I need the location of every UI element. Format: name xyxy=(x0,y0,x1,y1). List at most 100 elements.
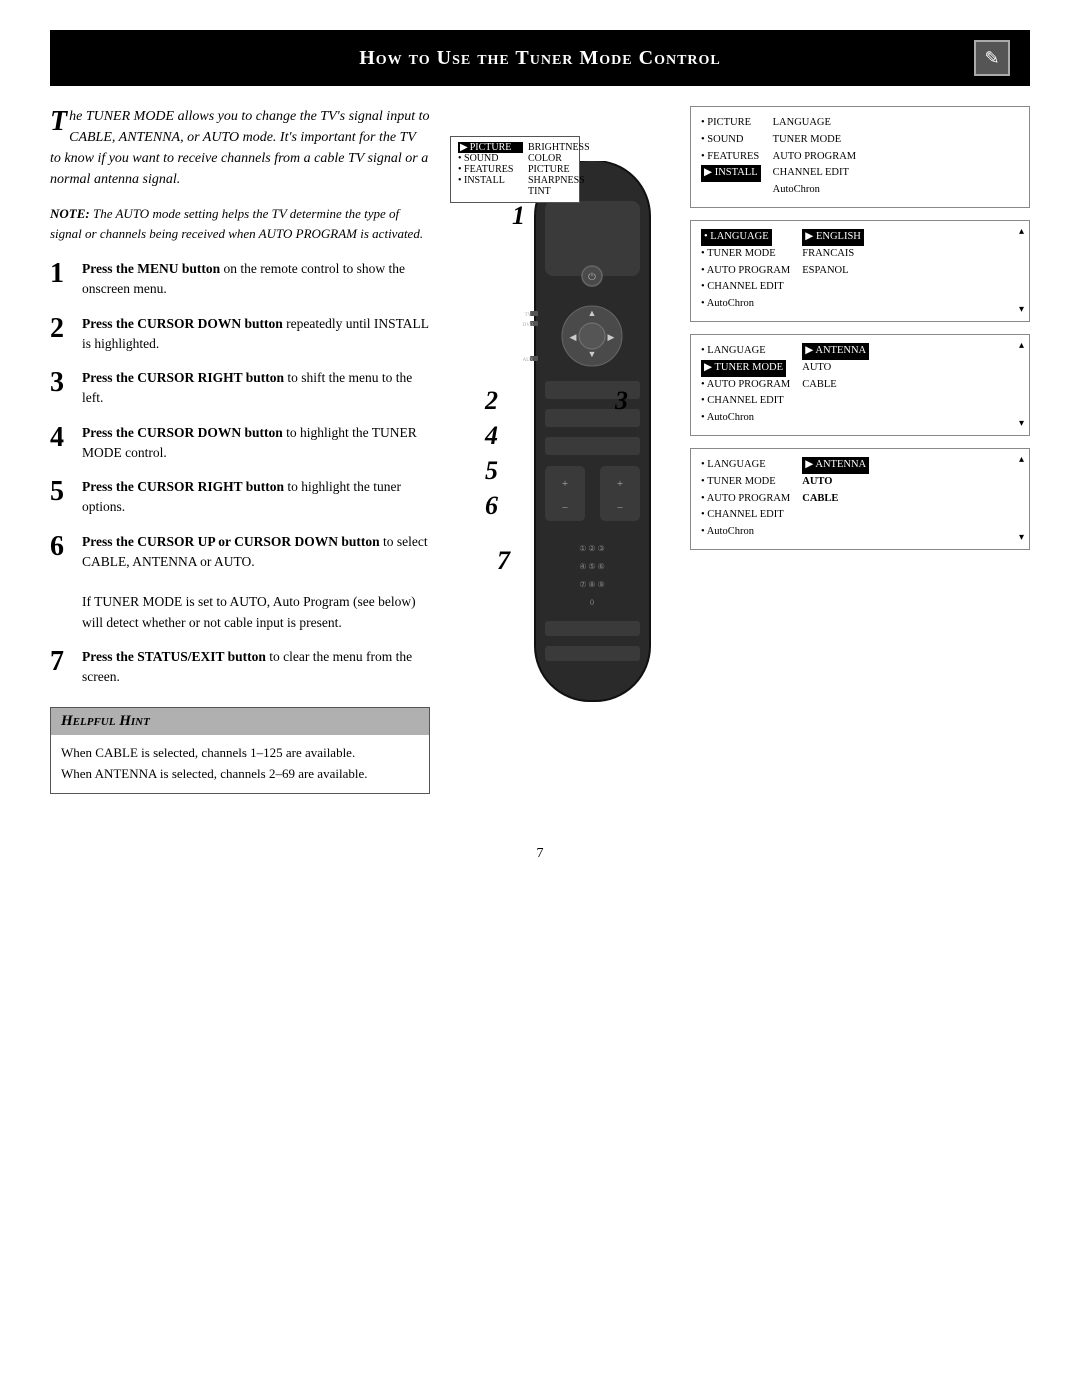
step-2-number: 2 xyxy=(50,314,72,345)
menu-screen-2-left: • PICTURE • SOUND • FEATURES ▶ INSTALL xyxy=(701,115,761,199)
step-num-6a-overlay: 6 xyxy=(485,491,498,521)
ms4-antenna-hl: ▶ ANTENNA xyxy=(802,343,869,360)
page-title: How to Use the Tuner Mode Control xyxy=(106,47,974,70)
step-5-number: 5 xyxy=(50,477,72,508)
ms4-autochron: • AutoChron xyxy=(701,410,790,427)
step-3: 3 Press the CURSOR RIGHT button to shift… xyxy=(50,368,430,409)
ms2-picture: • PICTURE xyxy=(701,115,761,132)
step-3-content: Press the CURSOR RIGHT button to shift t… xyxy=(82,368,430,409)
svg-text:0: 0 xyxy=(590,598,594,607)
step-2-content: Press the CURSOR DOWN button repeatedly … xyxy=(82,314,430,355)
step-num-2-overlay: 2 xyxy=(485,386,498,416)
menu-screen-3: • LANGUAGE • TUNER MODE • AUTO PROGRAM •… xyxy=(690,220,1030,322)
drop-cap: T xyxy=(50,108,67,136)
svg-text:⑦ ⑧ ⑨: ⑦ ⑧ ⑨ xyxy=(579,580,605,589)
ms5-arrow-down: ▾ xyxy=(1019,530,1024,546)
helpful-hint-title: Helpful Hint xyxy=(51,708,429,735)
menu-picture: PICTURE xyxy=(528,164,590,175)
ms2-tunermode: TUNER MODE xyxy=(773,132,857,149)
ms5-auto-bold: AUTO xyxy=(802,474,869,491)
svg-text:+: + xyxy=(617,478,623,490)
ms3-arrow-down: ▾ xyxy=(1019,302,1024,318)
ms2-autoprog: AUTO PROGRAM xyxy=(773,149,857,166)
step-6-number: 6 xyxy=(50,532,72,563)
hint-item-2: When ANTENNA is selected, channels 2–69 … xyxy=(61,764,419,785)
page-number: 7 xyxy=(50,846,1030,862)
menu-screen-3-left: • LANGUAGE • TUNER MODE • AUTO PROGRAM •… xyxy=(701,229,790,313)
menu-screen-2-right: LANGUAGE TUNER MODE AUTO PROGRAM CHANNEL… xyxy=(773,115,857,199)
menu-screen-4-right: ▶ ANTENNA AUTO CABLE xyxy=(802,343,869,427)
step-1-content: Press the MENU button on the remote cont… xyxy=(82,259,430,300)
menu-screen-4-left: • LANGUAGE ▶ TUNER MODE • AUTO PROGRAM •… xyxy=(701,343,790,427)
ms5-autoprog: • AUTO PROGRAM xyxy=(701,491,790,508)
header-icon: ✎ xyxy=(974,40,1010,76)
ms3-english-hl: ▶ ENGLISH xyxy=(802,229,864,246)
ms4-cable: CABLE xyxy=(802,377,869,394)
steps-list: 1 Press the MENU button on the remote co… xyxy=(50,259,430,687)
page-header: How to Use the Tuner Mode Control ✎ xyxy=(50,30,1030,86)
ms4-arrow-down: ▾ xyxy=(1019,416,1024,432)
menu-tint: TINT xyxy=(528,186,590,197)
menu-screen-4-content: • LANGUAGE ▶ TUNER MODE • AUTO PROGRAM •… xyxy=(701,343,1019,427)
step-num-4-overlay: 4 xyxy=(485,421,498,451)
svg-text:▼: ▼ xyxy=(588,349,597,359)
ms5-tunermode: • TUNER MODE xyxy=(701,474,790,491)
menu-screen-4: • LANGUAGE ▶ TUNER MODE • AUTO PROGRAM •… xyxy=(690,334,1030,436)
menu-screen-2: • PICTURE • SOUND • FEATURES ▶ INSTALL L… xyxy=(690,106,1030,208)
remote-control: ⏻ ▲ ▼ ◀ ▶ xyxy=(520,161,665,746)
step-1-bold: Press the MENU button xyxy=(82,261,220,276)
menu-item-picture-hl: ▶ PICTURE xyxy=(458,142,523,153)
ms2-features: • FEATURES xyxy=(701,149,761,166)
step-4-bold: Press the CURSOR DOWN button xyxy=(82,425,283,440)
step-1-number: 1 xyxy=(50,259,72,290)
ms5-cable-bold: CABLE xyxy=(802,491,869,508)
step-7-number: 7 xyxy=(50,647,72,678)
ms2-autochron: AutoChron xyxy=(773,182,857,199)
step-3-bold: Press the CURSOR RIGHT button xyxy=(82,370,284,385)
svg-text:④ ⑤ ⑥: ④ ⑤ ⑥ xyxy=(579,562,605,571)
svg-text:▲: ▲ xyxy=(588,308,597,318)
intro-paragraph: The TUNER MODE allows you to change the … xyxy=(50,106,430,190)
ms3-espanol: ESPANOL xyxy=(802,263,864,280)
step-5-bold: Press the CURSOR RIGHT button xyxy=(82,479,284,494)
step-7-content: Press the STATUS/EXIT button to clear th… xyxy=(82,647,430,688)
step-num-1-overlay: 1 xyxy=(512,201,525,231)
ms5-channedit: • CHANNEL EDIT xyxy=(701,507,790,524)
step-7-bold: Press the STATUS/EXIT button xyxy=(82,649,266,664)
ms4-language: • LANGUAGE xyxy=(701,343,790,360)
ms5-autochron: • AutoChron xyxy=(701,524,790,541)
menu-item-install: • INSTALL xyxy=(458,175,523,186)
step-6-bold: Press the CURSOR UP or CURSOR DOWN butto… xyxy=(82,534,380,549)
note-paragraph: NOTE: The AUTO mode setting helps the TV… xyxy=(50,204,430,243)
svg-text:AUX: AUX xyxy=(523,358,534,363)
menu-sharpness: SHARPNESS xyxy=(528,175,590,186)
main-content: The TUNER MODE allows you to change the … xyxy=(50,106,1030,806)
step-1: 1 Press the MENU button on the remote co… xyxy=(50,259,430,300)
svg-text:① ② ③: ① ② ③ xyxy=(579,544,605,553)
step-2: 2 Press the CURSOR DOWN button repeatedl… xyxy=(50,314,430,355)
ms5-language: • LANGUAGE xyxy=(701,457,790,474)
menu-panel-step1: ▶ PICTURE • SOUND • FEATURES • INSTALL B… xyxy=(450,136,580,203)
svg-text:◀: ◀ xyxy=(570,332,577,342)
menu-item-sound: • SOUND xyxy=(458,153,523,164)
helpful-hint-body: When CABLE is selected, channels 1–125 a… xyxy=(51,735,429,793)
svg-text:+: + xyxy=(562,478,568,490)
ms4-channedit: • CHANNEL EDIT xyxy=(701,393,790,410)
note-label: NOTE: xyxy=(50,206,90,221)
svg-text:−: − xyxy=(562,502,568,514)
step-4-number: 4 xyxy=(50,423,72,454)
helpful-hint-box: Helpful Hint When CABLE is selected, cha… xyxy=(50,707,430,794)
page-container: How to Use the Tuner Mode Control ✎ The … xyxy=(0,0,1080,1397)
right-panels: • PICTURE • SOUND • FEATURES ▶ INSTALL L… xyxy=(690,106,1030,806)
ms4-auto: AUTO xyxy=(802,360,869,377)
ms5-arrow-up: ▴ xyxy=(1019,452,1024,468)
step-3-number: 3 xyxy=(50,368,72,399)
menu-screen-5-left: • LANGUAGE • TUNER MODE • AUTO PROGRAM •… xyxy=(701,457,790,541)
ms5-antenna-hl: ▶ ANTENNA xyxy=(802,457,869,474)
menu-brightness: BRIGHTNESS xyxy=(528,142,590,153)
ms2-channedit: CHANNEL EDIT xyxy=(773,165,857,182)
ms4-tunermode-hl: ▶ TUNER MODE xyxy=(701,360,786,377)
ms2-language: LANGUAGE xyxy=(773,115,857,132)
step-5-content: Press the CURSOR RIGHT button to highlig… xyxy=(82,477,430,518)
ms4-autoprog: • AUTO PROGRAM xyxy=(701,377,790,394)
